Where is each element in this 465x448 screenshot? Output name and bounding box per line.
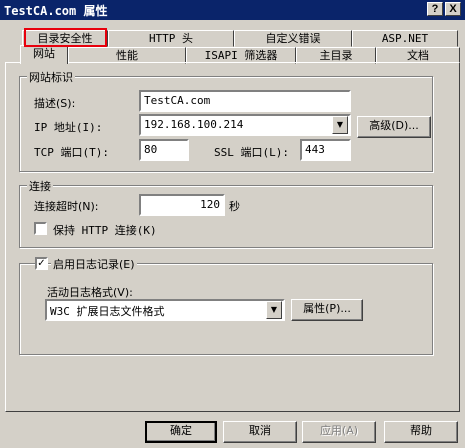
apply-button[interactable]: 应用(A) (302, 421, 376, 443)
ip-label: IP 地址(I): (34, 121, 103, 134)
description-label: 描述(S): (34, 97, 76, 110)
ok-button[interactable]: 确定 (145, 421, 217, 443)
connection-group-title: 连接 (27, 178, 53, 194)
help-button[interactable]: 帮助 (384, 421, 458, 443)
close-title-button[interactable]: X (445, 2, 461, 16)
tcp-port-field[interactable]: 80 (139, 139, 189, 161)
description-field[interactable]: TestCA.com (139, 90, 351, 112)
tab-website[interactable]: 网站 (20, 45, 68, 64)
timeout-label: 连接超时(N): (34, 200, 99, 213)
enable-logging-checkbox[interactable]: ✓ (35, 257, 48, 270)
cancel-button[interactable]: 取消 (223, 421, 297, 443)
site-id-group-title: 网站标识 (27, 69, 75, 85)
help-title-button[interactable]: ? (427, 2, 443, 16)
window-title: TestCA.com 属性 (4, 4, 108, 18)
highlight-box (24, 28, 107, 47)
log-format-label: 活动日志格式(V): (47, 286, 133, 299)
enable-logging-label: 启用日志记录(E) (51, 256, 137, 272)
checkmark-icon: ✓ (37, 258, 46, 269)
timeout-field[interactable]: 120 (139, 194, 225, 216)
close-icon: X (449, 3, 457, 15)
keepalive-label: 保持 HTTP 连接(K) (53, 224, 157, 237)
ssl-port-label: SSL 端口(L): (214, 146, 289, 159)
log-properties-button[interactable]: 属性(P)... (291, 299, 363, 321)
chevron-down-icon[interactable]: ▼ (332, 116, 348, 134)
advanced-button[interactable]: 高级(D)... (357, 116, 431, 138)
keepalive-checkbox[interactable] (34, 222, 47, 235)
tcp-port-label: TCP 端口(T): (34, 146, 109, 159)
tab-custom-errors[interactable]: 自定义错误 (234, 30, 352, 47)
timeout-unit: 秒 (229, 200, 240, 213)
tab-aspnet[interactable]: ASP.NET (352, 30, 458, 47)
tab-http-headers[interactable]: HTTP 头 (108, 30, 234, 47)
ssl-port-field[interactable]: 443 (300, 139, 351, 161)
log-format-dropdown[interactable]: W3C 扩展日志文件格式 (45, 299, 285, 321)
ip-address-dropdown[interactable]: 192.168.100.214 (139, 114, 351, 136)
chevron-down-icon[interactable]: ▼ (266, 301, 282, 319)
title-bar: TestCA.com 属性 (0, 0, 465, 20)
